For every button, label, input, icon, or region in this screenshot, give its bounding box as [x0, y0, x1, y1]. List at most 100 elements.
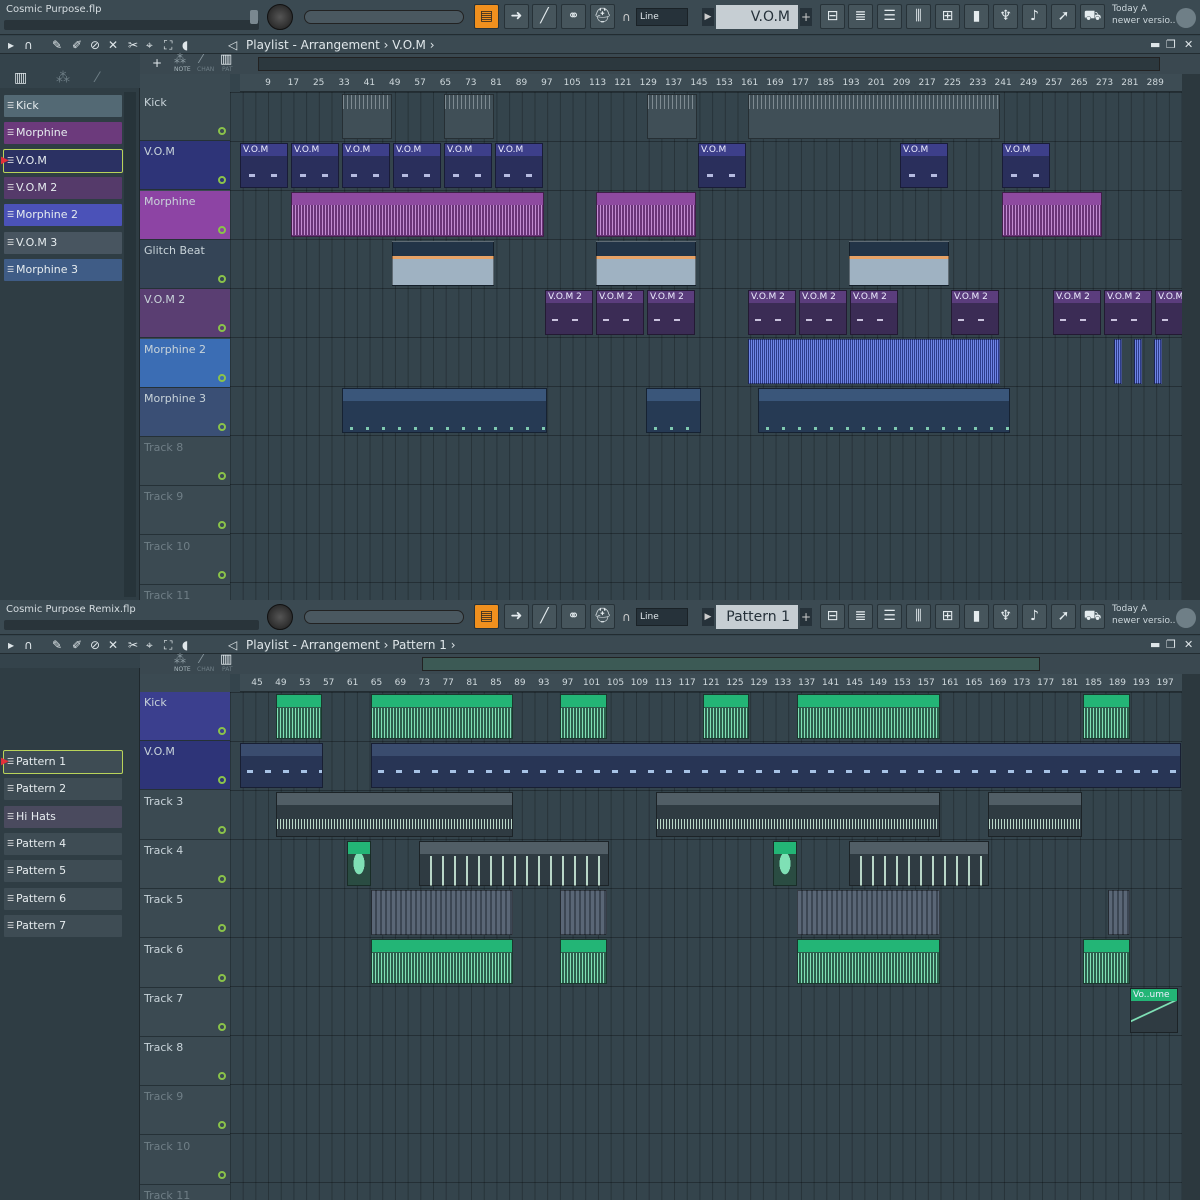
vertical-scrollbar[interactable] — [1182, 674, 1200, 1200]
slice-icon[interactable]: ✂ — [128, 636, 138, 654]
menu-arrow-icon[interactable]: ▸ — [8, 36, 14, 54]
playlist-clip[interactable] — [849, 841, 989, 886]
piano-roll-icon[interactable]: ⊟ — [820, 4, 845, 29]
delete-icon[interactable]: ✕ — [108, 636, 118, 654]
track-enable-icon[interactable] — [218, 176, 226, 185]
hat-icon[interactable]: ⛑ — [590, 604, 615, 629]
playlist-clip[interactable] — [1083, 694, 1130, 739]
arrow-icon[interactable]: ➜ — [504, 4, 529, 29]
pattern-item[interactable]: Morphine 3 — [4, 258, 122, 281]
slice-icon[interactable]: ✂ — [128, 36, 138, 54]
menu-arrow-icon[interactable]: ▸ — [8, 636, 14, 654]
pattern-item[interactable]: Pattern 7 — [4, 914, 122, 937]
track-header[interactable]: Morphine 3 — [140, 387, 230, 437]
playlist-clip[interactable] — [371, 939, 513, 984]
plugin-icon[interactable]: ♆ — [993, 4, 1018, 29]
lock-icon[interactable] — [250, 10, 258, 24]
playlist-clip[interactable] — [1002, 192, 1102, 237]
playlist-clip[interactable] — [1114, 339, 1122, 384]
track-enable-icon[interactable] — [218, 225, 226, 234]
playlist-clip[interactable]: V.O.M 2 — [748, 290, 796, 335]
mixer-icon[interactable]: ⫼ — [906, 4, 931, 29]
zoom-icon[interactable]: ⛶ — [164, 636, 172, 654]
track-header[interactable]: Kick — [140, 92, 230, 141]
cursor-icon[interactable]: ➚ — [1051, 604, 1076, 629]
playlist-clip[interactable] — [797, 694, 940, 739]
news-panel[interactable]: Today Anewer versio.. — [1112, 3, 1176, 27]
browser-icon[interactable]: ▮ — [964, 604, 989, 629]
magnet-icon[interactable]: ∩ — [24, 636, 33, 654]
step-icon[interactable]: ≣ — [848, 4, 873, 29]
timeline-ruler[interactable]: 9 17 25 33 41 49 57 65 73 81 89 97 105 113 121 129 137 14… — [240, 74, 1182, 92]
track-enable-icon[interactable] — [218, 127, 226, 135]
add-pattern-button[interactable]: + — [800, 608, 812, 626]
pattern-item[interactable]: Morphine — [4, 122, 122, 145]
track-header[interactable]: Morphine — [140, 190, 230, 240]
pattern-item[interactable]: Hi Hats — [4, 805, 122, 828]
playlist-grid[interactable]: Vo..ume — [230, 692, 1182, 1200]
pattern-item[interactable]: V.O.M 2 — [4, 176, 122, 199]
track-header[interactable]: Track 9 — [140, 1086, 230, 1136]
pattern-item[interactable]: V.O.M — [3, 148, 123, 173]
track-header[interactable]: V.O.M — [140, 741, 230, 791]
pattern-item[interactable]: V.O.M 3 — [4, 231, 122, 254]
track-enable-icon[interactable] — [218, 1170, 226, 1179]
channel-rack-icon[interactable]: ⊞ — [935, 4, 960, 29]
add-track-icon[interactable]: + — [152, 56, 162, 70]
playlist-clip[interactable]: V.O.M 2 — [545, 290, 593, 335]
track-header[interactable]: Track 10 — [140, 1136, 230, 1185]
pencil-icon[interactable]: ✎ — [52, 636, 62, 654]
minimize-icon[interactable]: ▬ — [1150, 636, 1160, 654]
playlist-clip[interactable]: V.O.M — [291, 143, 339, 188]
brush-icon[interactable]: ╱ — [532, 604, 557, 629]
playlist-clip[interactable] — [596, 241, 696, 286]
maximize-icon[interactable]: ❐ — [1166, 636, 1176, 654]
track-header[interactable]: Track 11 — [140, 585, 230, 600]
playlist-clip[interactable] — [1083, 939, 1130, 984]
track-header[interactable]: V.O.M — [140, 141, 230, 191]
track-enable-icon[interactable] — [218, 825, 226, 834]
track-header[interactable]: Track 5 — [140, 889, 230, 939]
news-panel[interactable]: Today Anewer versio.. — [1112, 603, 1176, 627]
playlist-clip[interactable] — [560, 890, 607, 935]
snap-selector[interactable]: Line — [636, 8, 688, 26]
track-header[interactable]: V.O.M 2 — [140, 289, 230, 339]
master-pitch-slider[interactable] — [304, 10, 464, 24]
overview-scrollbar[interactable] — [258, 57, 1160, 71]
cursor-icon[interactable]: ➚ — [1051, 4, 1076, 29]
playlist-clip[interactable]: V.O.M 2 — [647, 290, 695, 335]
playlist-clip[interactable]: V.O.M 2 — [951, 290, 999, 335]
overview-scrollbar[interactable] — [422, 657, 1040, 671]
minimize-icon[interactable]: ▬ — [1150, 36, 1160, 54]
track-header[interactable]: Track 4 — [140, 839, 230, 889]
master-volume-knob[interactable] — [267, 604, 293, 630]
pattern-selector[interactable]: Pattern 1 — [716, 605, 798, 629]
delete-icon[interactable]: ✕ — [108, 36, 118, 54]
channel-rack-icon[interactable]: ⊞ — [935, 604, 960, 629]
playlist-clip[interactable] — [342, 94, 392, 139]
track-enable-icon[interactable] — [218, 874, 226, 883]
playlist-clip[interactable] — [748, 339, 1000, 384]
playlist-clip[interactable] — [419, 841, 609, 886]
fl-logo-icon[interactable] — [1176, 8, 1196, 28]
pattern-item[interactable]: Pattern 2 — [4, 778, 122, 801]
magnet-icon[interactable]: ∩ — [24, 36, 33, 54]
audio-icon[interactable]: ⁂ — [174, 52, 186, 66]
track-header[interactable]: Track 7 — [140, 987, 230, 1037]
track-header[interactable]: Glitch Beat — [140, 239, 230, 289]
pattern-song-toggle[interactable]: ▤ — [474, 4, 499, 29]
playlist-clip[interactable]: V.O.M — [342, 143, 390, 188]
playlist-clip[interactable] — [797, 890, 940, 935]
track-header[interactable]: Track 8 — [140, 1037, 230, 1087]
plugin-icon[interactable]: ♆ — [993, 604, 1018, 629]
playlist-icon[interactable]: ☰ — [877, 604, 902, 629]
close-icon[interactable]: ✕ — [1184, 636, 1193, 654]
timeline-ruler[interactable]: 45 49 53 57 61 65 69 73 77 81 85 89 93 97 101 105 109 113… — [240, 674, 1182, 692]
track-enable-icon[interactable] — [218, 1121, 226, 1130]
playlist-clip[interactable] — [647, 94, 697, 139]
playlist-clip[interactable] — [240, 743, 323, 788]
brush-icon[interactable]: ✐ — [72, 36, 82, 54]
automation-icon[interactable]: ⁄ — [200, 52, 202, 66]
track-enable-icon[interactable] — [218, 973, 226, 982]
magnet-icon[interactable]: ∩ — [622, 10, 631, 24]
